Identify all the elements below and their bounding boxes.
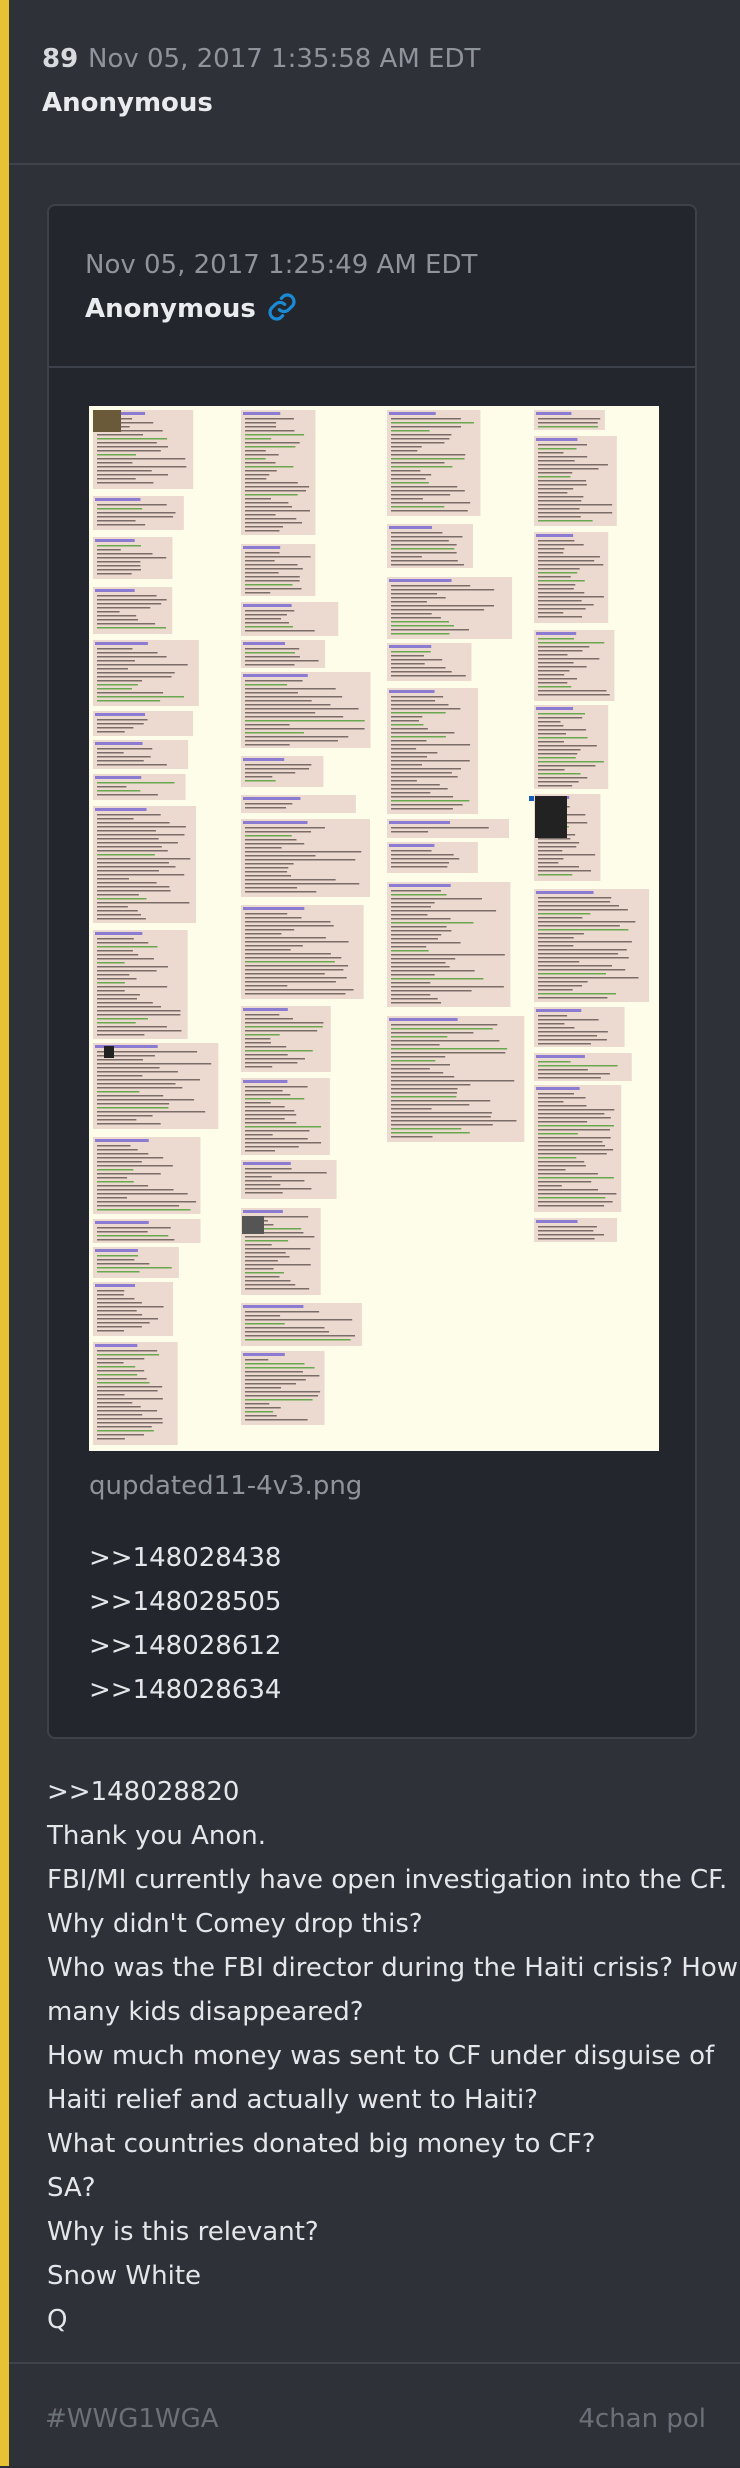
reply-reference-link[interactable]: >>148028820 <box>47 1770 727 1814</box>
body-line: How much money was sent to CF under disg… <box>47 2041 715 2071</box>
source-board: 4chan pol <box>578 2404 706 2434</box>
reference-link[interactable]: >>148028612 <box>89 1624 281 1668</box>
reference-link[interactable]: >>148028505 <box>89 1580 281 1624</box>
quoted-post-header: Nov 05, 2017 1:25:49 AM EDT Anonymous <box>49 206 695 368</box>
body-line: SA? <box>47 2173 96 2203</box>
body-line: Thank you Anon. <box>47 1821 267 1851</box>
hashtag[interactable]: #WWG1WGA <box>45 2404 219 2434</box>
post-card: 89 Nov 05, 2017 1:35:58 AM EDT Anonymous… <box>0 0 740 2466</box>
quoted-post-timestamp: Nov 05, 2017 1:25:49 AM EDT <box>85 250 478 280</box>
post-timestamp: Nov 05, 2017 1:35:58 AM EDT <box>88 44 481 74</box>
body-line: FBI/MI currently have open investigation… <box>47 1865 728 1895</box>
post-footer: #WWG1WGA 4chan pol <box>9 2362 740 2468</box>
body-line: Snow White <box>47 2261 202 2291</box>
signature-line: Q <box>47 2305 68 2335</box>
quoted-post: Nov 05, 2017 1:25:49 AM EDT Anonymous qu… <box>47 204 697 1739</box>
quoted-post-author: Anonymous <box>85 294 256 324</box>
reference-link[interactable]: >>148028634 <box>89 1668 281 1712</box>
quoted-references: >>148028438 >>148028505 >>148028612 >>14… <box>89 1536 281 1712</box>
thread-screenshot-image <box>93 410 650 1445</box>
body-line: Why is this relevant? <box>47 2217 319 2247</box>
post-header: 89 Nov 05, 2017 1:35:58 AM EDT Anonymous <box>9 0 740 165</box>
body-line: Haiti relief and actually went to Haiti? <box>47 2085 538 2115</box>
body-line: Why didn't Comey drop this? <box>47 1909 423 1939</box>
post-body: >>148028820 Thank you Anon. FBI/MI curre… <box>47 1770 738 2342</box>
link-icon[interactable] <box>266 291 298 323</box>
reference-link[interactable]: >>148028438 <box>89 1536 281 1580</box>
attached-image-thumbnail[interactable] <box>89 406 659 1451</box>
body-line: What countries donated big money to CF? <box>47 2129 596 2159</box>
post-number: 89 <box>42 44 79 74</box>
body-line: many kids disappeared? <box>47 1997 364 2027</box>
image-filename[interactable]: qupdated11-4v3.png <box>89 1471 362 1501</box>
post-author: Anonymous <box>42 88 213 118</box>
body-line: Who was the FBI director during the Hait… <box>47 1953 738 1983</box>
